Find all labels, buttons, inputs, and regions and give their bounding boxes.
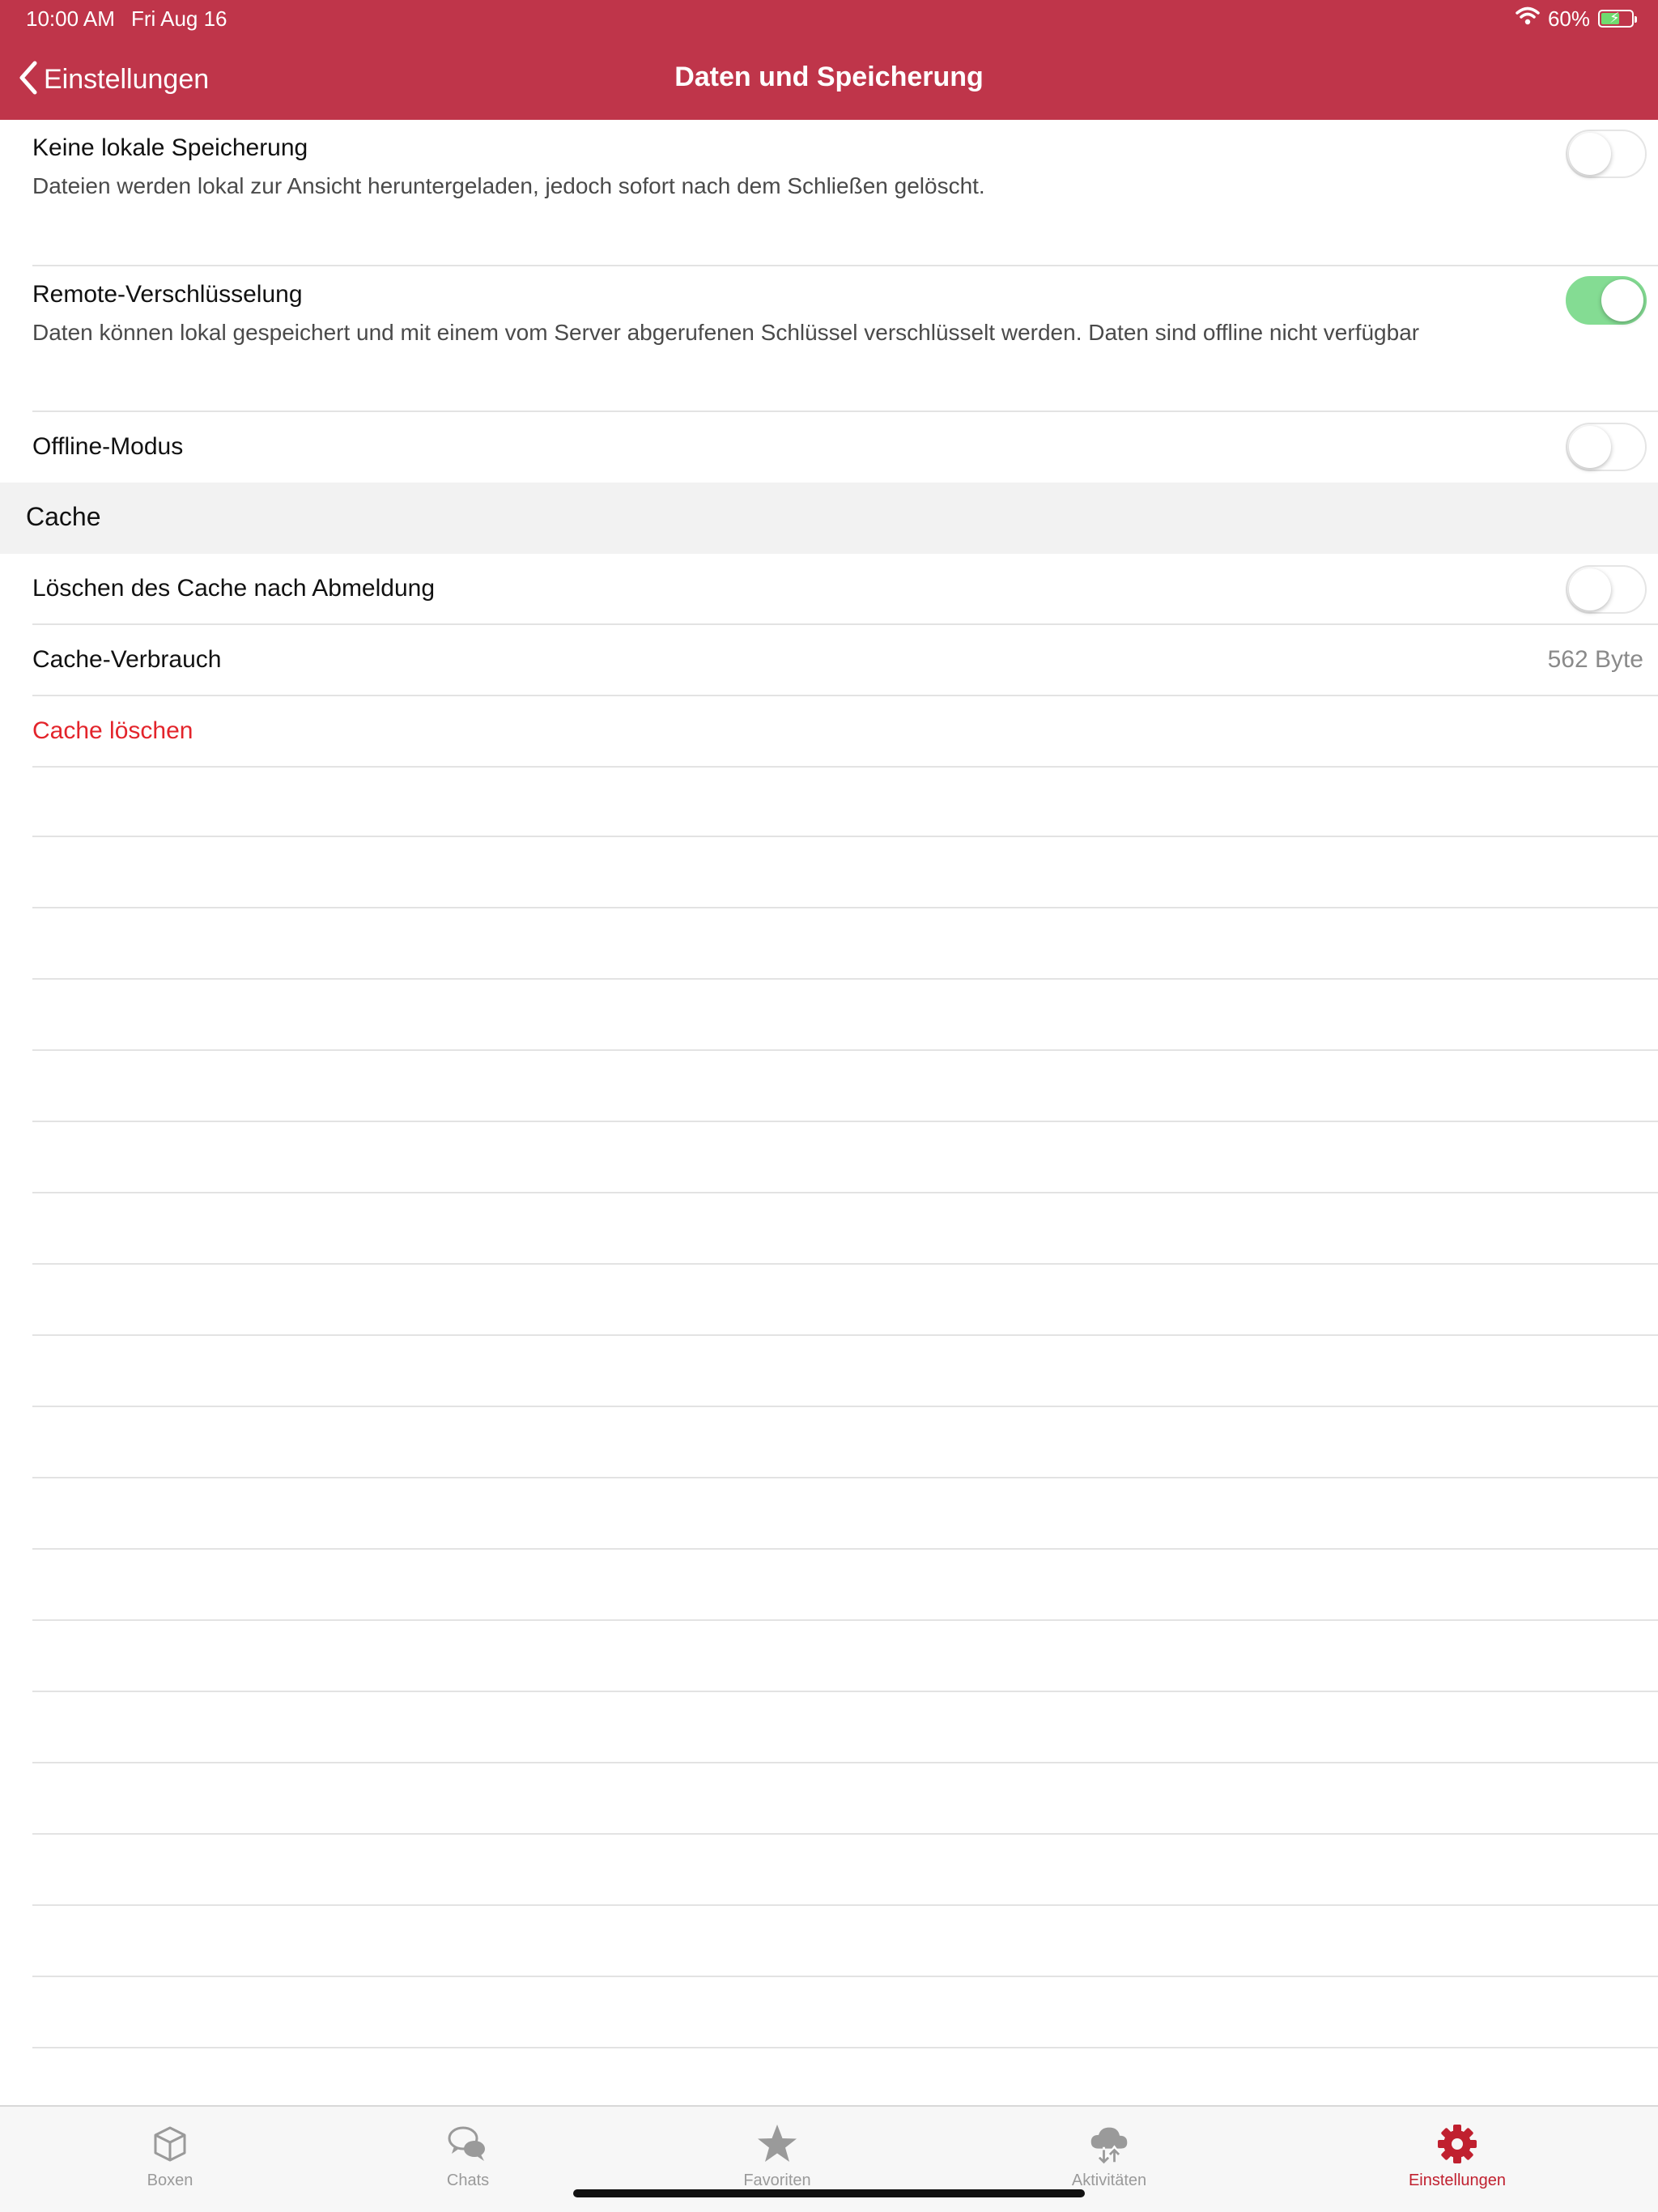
tab-label: Boxen — [147, 2172, 193, 2189]
clear-cache-button[interactable]: Cache löschen — [32, 717, 193, 745]
tab-label: Aktivitäten — [1071, 2172, 1147, 2189]
home-indicator — [573, 2189, 1085, 2197]
empty-row-divider — [32, 1762, 1658, 1763]
empty-row-divider — [32, 1477, 1658, 1478]
box-icon — [149, 2123, 191, 2165]
empty-row-divider — [32, 1121, 1658, 1122]
setting-title: Löschen des Cache nach Abmeldung — [32, 575, 436, 602]
gear-icon — [1436, 2123, 1478, 2165]
empty-row-divider — [32, 836, 1658, 837]
empty-row-divider — [32, 1691, 1658, 1692]
tab-label: Chats — [446, 2172, 490, 2189]
page-title: Daten und Speicherung — [674, 62, 984, 92]
setting-row-remote-encryption: Remote-Verschlüsselung Daten können loka… — [0, 266, 1658, 412]
tab-einstellungen[interactable]: Einstellungen — [1392, 2107, 1522, 2212]
tab-label: Favoriten — [743, 2172, 811, 2189]
empty-table-area — [32, 836, 1658, 2058]
empty-row-divider — [32, 1334, 1658, 1336]
tab-boxen[interactable]: Boxen — [121, 2107, 219, 2212]
toggle-knob — [1569, 426, 1611, 468]
empty-row-divider — [32, 1263, 1658, 1265]
battery-percent: 60% — [1547, 6, 1590, 31]
setting-description: Daten können lokal gespeichert und mit e… — [32, 320, 1420, 345]
toggle-knob — [1569, 568, 1611, 610]
empty-row-divider — [32, 1548, 1658, 1550]
section-title: Cache — [26, 502, 101, 531]
battery-cap — [1635, 16, 1637, 23]
setting-title: Cache-Verbrauch — [32, 646, 222, 673]
wifi-icon — [1516, 6, 1540, 32]
empty-row-divider — [32, 1049, 1658, 1051]
divider — [32, 766, 1658, 768]
status-date: Fri Aug 16 — [131, 6, 227, 31]
empty-row-divider — [32, 1192, 1658, 1193]
empty-row-divider — [32, 907, 1658, 908]
remote-encryption-toggle[interactable] — [1566, 276, 1647, 325]
status-indicators: 60% ⚡ — [1516, 6, 1637, 32]
setting-row-offline-mode: Offline-Modus — [0, 412, 1658, 483]
data-and-storage-screen: 10:00 AM Fri Aug 16 60% ⚡ Einstellungen … — [0, 0, 1658, 2212]
setting-description: Dateien werden lokal zur Ansicht herunte… — [32, 173, 985, 198]
setting-title: Offline-Modus — [32, 433, 184, 460]
toggle-knob — [1569, 133, 1611, 175]
toggle-knob — [1601, 279, 1643, 321]
setting-row-no-local-storage: Keine lokale Speicherung Dateien werden … — [0, 120, 1658, 266]
chat-bubbles-icon — [447, 2123, 489, 2165]
bolt-icon: ⚡ — [1609, 10, 1620, 26]
star-icon — [756, 2123, 798, 2165]
setting-title: Keine lokale Speicherung — [32, 134, 308, 161]
tab-chats[interactable]: Chats — [419, 2107, 517, 2212]
empty-row-divider — [32, 1904, 1658, 1906]
cache-usage-value: 562 Byte — [1547, 646, 1643, 673]
empty-row-divider — [32, 1406, 1658, 1407]
section-header-cache: Cache — [0, 483, 1658, 554]
no-local-storage-toggle[interactable] — [1566, 130, 1647, 178]
empty-row-divider — [32, 1619, 1658, 1621]
battery-charging-icon: ⚡ — [1598, 10, 1637, 28]
status-time: 10:00 AM — [26, 6, 115, 31]
tab-label: Einstellungen — [1408, 2172, 1507, 2189]
cloud-sync-icon — [1088, 2123, 1130, 2165]
clear-cache-row[interactable]: Cache löschen — [0, 696, 1658, 766]
setting-row-cache-usage: Cache-Verbrauch 562 Byte — [0, 625, 1658, 695]
empty-row-divider — [32, 978, 1658, 980]
empty-row-divider — [32, 2047, 1658, 2048]
setting-row-clear-cache-on-logout: Löschen des Cache nach Abmeldung — [0, 554, 1658, 623]
empty-row-divider — [32, 1976, 1658, 1977]
empty-row-divider — [32, 1833, 1658, 1835]
setting-title: Remote-Verschlüsselung — [32, 281, 303, 308]
offline-mode-toggle[interactable] — [1566, 423, 1647, 471]
navigation-bar: 10:00 AM Fri Aug 16 60% ⚡ Einstellungen … — [0, 0, 1658, 120]
clear-cache-on-logout-toggle[interactable] — [1566, 565, 1647, 614]
